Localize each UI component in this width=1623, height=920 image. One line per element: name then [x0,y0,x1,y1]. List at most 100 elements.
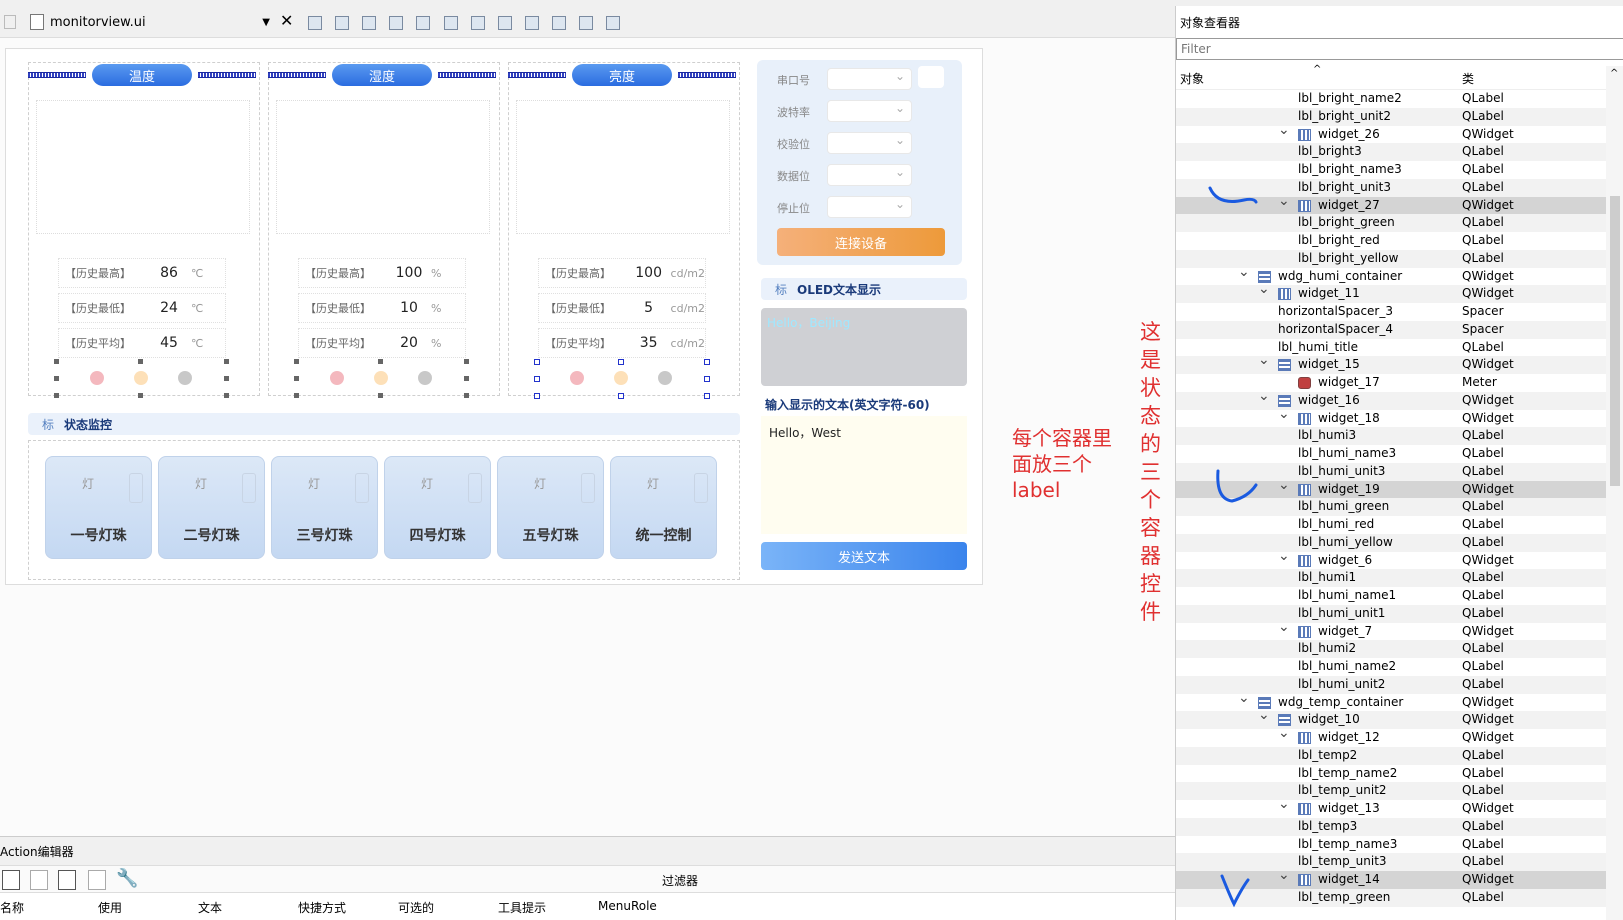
tree-row[interactable]: lbl_humi_yellow QLabel [1176,533,1606,552]
expand-icon[interactable]: ⌄ [1278,548,1290,566]
expand-icon[interactable]: ⌄ [1278,122,1290,140]
selection-handle[interactable] [224,393,229,398]
selection-handle[interactable] [54,359,59,364]
tree-row[interactable]: lbl_humi_title QLabel [1176,339,1606,357]
layout-tool-icon[interactable] [498,16,512,30]
connect-device-button[interactable]: 连接设备 [777,228,945,256]
expand-icon[interactable]: ⌄ [1258,352,1270,370]
serial-setting-combo[interactable] [827,132,912,154]
bulb-button[interactable]: 灯四号灯珠 [384,456,491,559]
tree-row[interactable]: lbl_humi_name2 QLabel [1176,658,1606,676]
layout-tool-icon[interactable] [335,16,349,30]
layout-tool-icon[interactable] [389,16,403,30]
layout-tool-icon[interactable] [606,16,620,30]
column-object[interactable]: 对象 [1180,70,1204,87]
selection-handle[interactable] [224,376,229,381]
tree-row[interactable]: ⌄ widget_11 QWidget [1176,281,1606,303]
bulb-button[interactable]: 灯一号灯珠 [45,456,152,559]
selection-handle[interactable] [464,376,469,381]
tree-row[interactable]: ⌄ wdg_humi_container QWidget [1176,264,1606,286]
serial-setting-combo[interactable] [827,196,912,218]
layout-tool-icon[interactable] [552,16,566,30]
expand-icon[interactable]: ⌄ [1258,281,1270,299]
tree-row[interactable]: ⌄ widget_7 QWidget [1176,619,1606,641]
tree-row[interactable]: lbl_bright_unit2 QLabel [1176,107,1606,126]
bulb-button[interactable]: 灯二号灯珠 [158,456,265,559]
tree-row[interactable]: lbl_temp_unit3 QLabel [1176,853,1606,871]
serial-setting-combo[interactable] [827,68,912,90]
tree-row[interactable]: lbl_temp_unit2 QLabel [1176,782,1606,800]
selection-handle[interactable] [618,393,624,399]
expand-icon[interactable]: ⌄ [1278,193,1290,211]
selection-handle[interactable] [464,359,469,364]
scroll-thumb[interactable] [1610,196,1620,486]
action-column-header[interactable]: 可选的 [398,899,434,916]
tree-row[interactable]: lbl_humi2 QLabel [1176,640,1606,658]
close-icon[interactable]: ✕ [280,11,293,30]
tree-row[interactable]: ⌄ widget_15 QWidget [1176,352,1606,374]
selection-handle[interactable] [378,393,383,398]
tree-row[interactable]: ⌄ widget_16 QWidget [1176,388,1606,410]
tree-row[interactable]: ⌄ wdg_temp_container QWidget [1176,690,1606,712]
layout-tool-icon[interactable] [525,16,539,30]
expand-icon[interactable]: ⌄ [1278,867,1290,885]
selection-handle[interactable] [54,393,59,398]
bulb-button[interactable]: 灯五号灯珠 [497,456,604,559]
selection-handle[interactable] [704,393,710,399]
layout-tool-icon[interactable] [444,16,458,30]
tree-row[interactable]: lbl_temp3 QLabel [1176,817,1606,836]
expand-icon[interactable]: ⌄ [1238,690,1250,708]
expand-icon[interactable]: ⌄ [1278,725,1290,743]
oled-text-input[interactable]: Hello，West [761,416,967,534]
new-action-icon[interactable] [2,870,20,890]
selection-handle[interactable] [54,376,59,381]
send-text-button[interactable]: 发送文本 [761,542,967,570]
selection-handle[interactable] [224,359,229,364]
tree-row[interactable]: ⌄ widget_13 QWidget [1176,796,1606,818]
paste-icon[interactable] [58,870,76,890]
bulb-button[interactable]: 灯三号灯珠 [271,456,378,559]
tree-row[interactable]: lbl_bright_name3 QLabel [1176,161,1606,179]
tree-row[interactable]: lbl_bright3 QLabel [1176,143,1606,161]
tree-row[interactable]: lbl_humi_unit1 QLabel [1176,604,1606,623]
expand-icon[interactable]: ⌄ [1258,707,1270,725]
layout-tool-icon[interactable] [308,16,322,30]
selection-handle[interactable] [534,393,540,399]
tree-row[interactable]: lbl_humi_name3 QLabel [1176,445,1606,463]
action-column-header[interactable]: 文本 [198,899,222,916]
tree-row[interactable]: lbl_humi3 QLabel [1176,427,1606,445]
action-column-header[interactable]: 使用 [98,899,122,916]
tree-row[interactable]: lbl_humi1 QLabel [1176,569,1606,587]
selection-handle[interactable] [464,393,469,398]
expand-icon[interactable]: ⌄ [1278,619,1290,637]
selection-handle[interactable] [704,376,710,382]
action-column-header[interactable]: 名称 [0,899,24,916]
expand-icon[interactable]: ⌄ [1278,796,1290,814]
selection-handle[interactable] [618,359,624,365]
tree-row[interactable]: lbl_temp2 QLabel [1176,746,1606,765]
tree-row[interactable]: lbl_humi_red QLabel [1176,516,1606,534]
expand-icon[interactable]: ⌄ [1258,388,1270,406]
selection-handle[interactable] [534,359,540,365]
tree-row[interactable]: ⌄ widget_26 QWidget [1176,122,1606,144]
file-selector[interactable]: monitorview.ui ▼ [30,11,270,33]
serial-setting-combo[interactable] [827,164,912,186]
wrench-icon[interactable]: 🔧 [116,868,138,889]
action-column-header[interactable]: 工具提示 [498,899,546,916]
tree-row[interactable]: lbl_humi_name1 QLabel [1176,587,1606,605]
tree-row[interactable]: horizontalSpacer_4 Spacer [1176,320,1606,339]
expand-icon[interactable]: ⌄ [1278,406,1290,424]
delete-icon[interactable] [88,870,106,890]
bulb-button[interactable]: 灯统一控制 [610,456,717,559]
layout-tool-icon[interactable] [362,16,376,30]
layout-tool-icon[interactable] [471,16,485,30]
tree-row[interactable]: ⌄ widget_12 QWidget [1176,725,1606,747]
tree-row[interactable]: ⌄ widget_18 QWidget [1176,406,1606,428]
tree-row[interactable]: lbl_temp_name3 QLabel [1176,836,1606,854]
selection-handle[interactable] [294,376,299,381]
layout-tool-icon[interactable] [416,16,430,30]
tree-row[interactable]: horizontalSpacer_3 Spacer [1176,303,1606,321]
expand-icon[interactable]: ⌄ [1238,264,1250,282]
column-class[interactable]: 类 [1462,70,1474,87]
tree-row[interactable]: ⌄ widget_10 QWidget [1176,707,1606,729]
